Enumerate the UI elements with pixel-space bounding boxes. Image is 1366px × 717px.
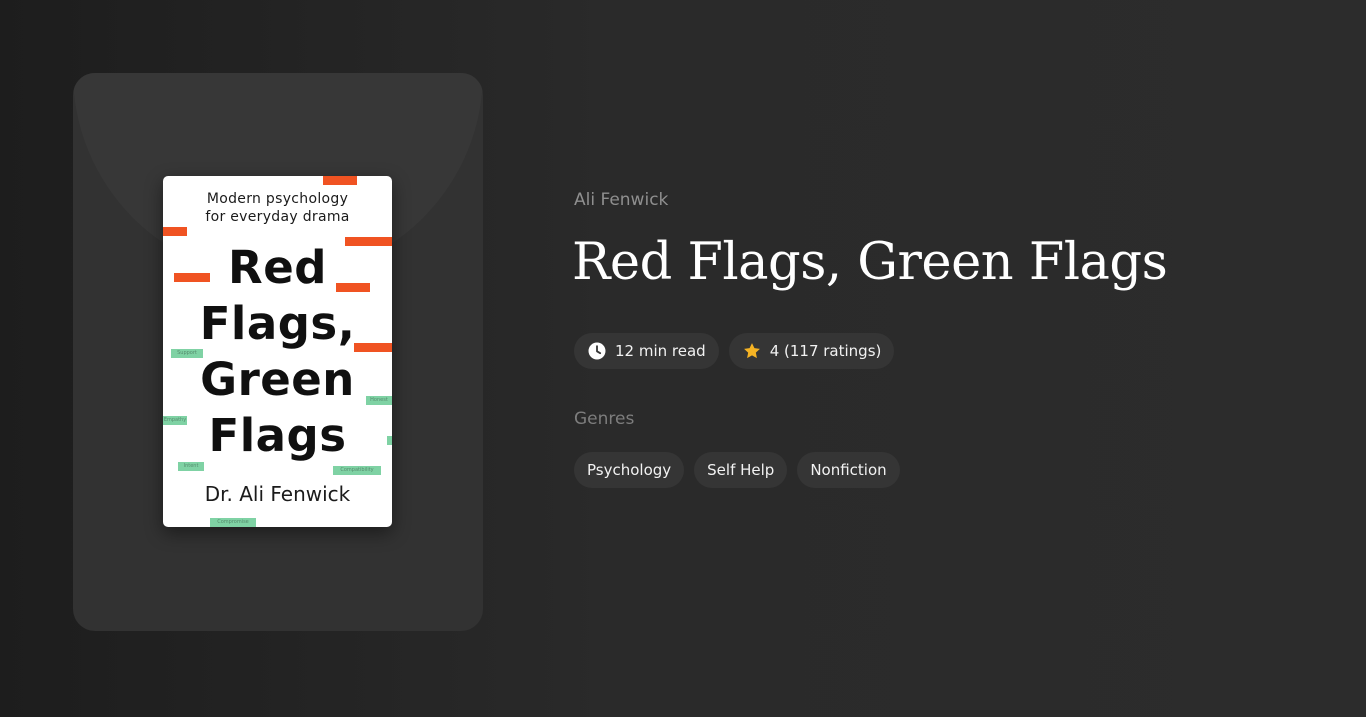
red-flag-decoration (323, 176, 357, 185)
book-author[interactable]: Ali Fenwick (574, 190, 668, 210)
cover-author: Dr. Ali Fenwick (204, 482, 351, 506)
genre-tag-nonfiction[interactable]: Nonfiction (797, 452, 900, 488)
cover-title-line: Flags, (199, 297, 356, 350)
cover-panel: Support Honest Empathy Intent Compatibil… (73, 73, 483, 631)
book-title: Red Flags, Green Flags (572, 233, 1168, 292)
read-time-text: 12 min read (615, 342, 706, 360)
cover-subtitle: Modern psychology for everyday drama (163, 190, 392, 226)
cover-title-line: Red (228, 241, 327, 294)
rating-text: 4 (117 ratings) (769, 342, 882, 360)
cover-subtitle-line: for everyday drama (205, 209, 350, 225)
book-meta-row: 12 min read 4 (117 ratings) (574, 333, 895, 369)
cover-subtitle-line: Modern psychology (206, 191, 349, 207)
read-time-badge: 12 min read (574, 333, 719, 369)
cover-title: Red Flags, Green Flags (163, 240, 392, 464)
genres-heading: Genres (574, 409, 635, 429)
rating-badge: 4 (117 ratings) (728, 333, 895, 369)
genre-tag-self-help[interactable]: Self Help (694, 452, 788, 488)
red-flag-decoration (163, 227, 187, 236)
genres-list: Psychology Self Help Nonfiction (574, 452, 900, 488)
book-cover-image: Support Honest Empathy Intent Compatibil… (163, 176, 392, 527)
green-flag-decoration: Compromise (210, 518, 256, 527)
genre-tag-psychology[interactable]: Psychology (574, 452, 685, 488)
cover-title-line: Green (200, 353, 355, 406)
cover-title-line: Flags (208, 409, 347, 462)
green-flag-decoration: Compatibility (333, 466, 381, 475)
star-icon (742, 341, 762, 361)
clock-icon (587, 341, 607, 361)
